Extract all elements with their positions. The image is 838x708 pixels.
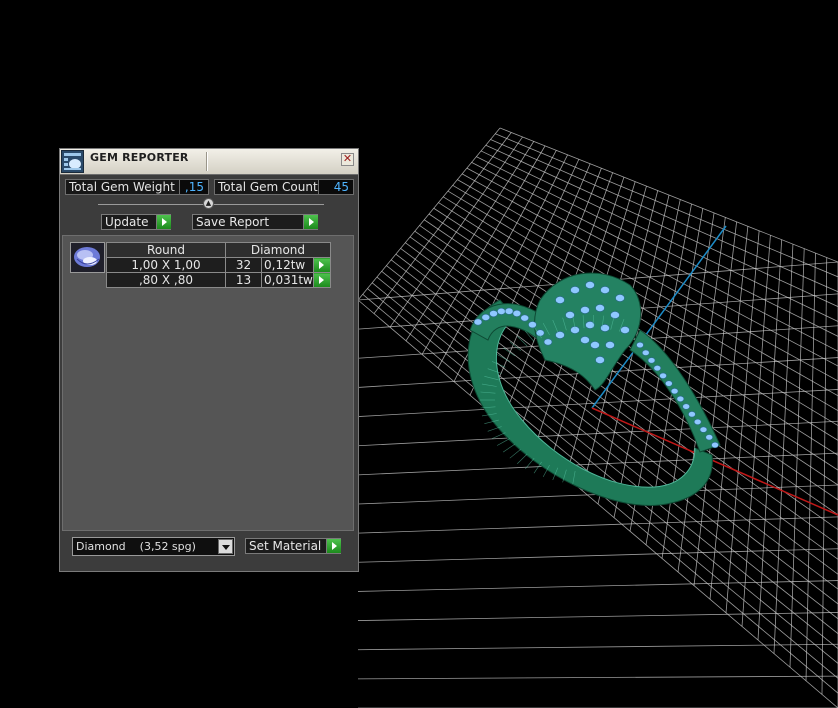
gem-stone — [555, 331, 565, 339]
total-gem-weight-value: ,15 — [179, 180, 208, 194]
gem-stone — [636, 341, 644, 349]
grid-line — [357, 548, 838, 563]
gem-stone — [580, 336, 590, 344]
table-header-row: Round Diamond — [106, 242, 331, 258]
total-gem-count-value: 45 — [318, 180, 353, 194]
gem-stone — [555, 296, 565, 304]
gem-count-cell: 13 — [225, 272, 262, 288]
grid-line — [357, 612, 838, 621]
gem-stone — [605, 341, 615, 349]
wireframe-edge — [502, 443, 516, 453]
grid-line — [805, 253, 816, 681]
gem-stone — [595, 356, 605, 364]
material-dropdown[interactable]: Diamond (3,52 spg) — [72, 537, 235, 556]
play-arrow-icon — [326, 539, 341, 553]
title-bar[interactable]: GEM REPORTER ✕ — [60, 149, 358, 175]
window-title: GEM REPORTER — [90, 151, 189, 164]
material-dropdown-value: Diamond (3,52 spg) — [76, 540, 196, 553]
wireframe-edge — [491, 432, 506, 439]
gem-stone — [473, 318, 483, 326]
grid-line — [821, 257, 828, 695]
gem-stone — [676, 395, 685, 402]
ground-grid — [357, 127, 838, 708]
grid-line — [725, 230, 760, 613]
gem-stone — [670, 388, 679, 395]
gem-stone — [528, 321, 537, 329]
gem-size-cell: ,80 X ,80 — [106, 272, 226, 288]
close-button[interactable]: ✕ — [341, 153, 354, 166]
play-arrow-icon — [303, 215, 318, 229]
grid-line — [357, 452, 838, 476]
gem-stone — [711, 441, 719, 449]
set-material-button-label: Set Material — [249, 539, 322, 553]
grid-line — [357, 580, 838, 592]
grid-line — [357, 675, 838, 680]
set-material-button[interactable]: Set Material — [245, 538, 341, 554]
gem-table: Round Diamond 1,00 X 1,00 32 0,12tw ,80 … — [106, 242, 331, 288]
save-report-button-label: Save Report — [196, 215, 270, 229]
gem-stone — [659, 372, 667, 379]
gem-stone — [504, 307, 514, 315]
title-divider — [206, 152, 208, 171]
gem-reporter-panel: GEM REPORTER ✕ Total Gem Weight ,15 Tota… — [59, 148, 359, 572]
grid-line — [741, 235, 771, 627]
update-button[interactable]: Update — [101, 214, 171, 230]
table-row[interactable]: 1,00 X 1,00 32 0,12tw — [106, 257, 331, 273]
gem-stone — [481, 313, 491, 321]
total-gem-count-label: Total Gem Count — [218, 180, 318, 194]
gem-stone — [580, 306, 590, 314]
gem-stone — [489, 310, 498, 318]
gem-count-cell: 32 — [225, 257, 262, 273]
gem-stone — [682, 403, 690, 410]
row-select-arrow-icon[interactable] — [312, 272, 331, 288]
gem-stone — [535, 329, 545, 337]
gem-stone — [595, 304, 605, 312]
gem-stone — [512, 309, 522, 317]
row-select-arrow-icon[interactable] — [312, 257, 331, 273]
gem-stone — [699, 426, 708, 433]
total-gem-count-field: Total Gem Count 45 — [214, 179, 354, 195]
wireframe-edge — [496, 438, 510, 446]
update-button-label: Update — [105, 215, 149, 229]
round-gem-icon[interactable] — [70, 242, 105, 273]
gem-stone — [705, 434, 714, 441]
total-gem-weight-field: Total Gem Weight ,15 — [65, 179, 209, 195]
wireframe-edge — [509, 449, 521, 459]
play-arrow-icon — [156, 215, 171, 229]
gem-size-cell: 1,00 X 1,00 — [106, 257, 226, 273]
grid-line — [357, 516, 838, 534]
splitter-collapse-icon[interactable]: ▲ — [203, 198, 214, 209]
gem-stone — [590, 341, 600, 349]
gem-stone — [665, 380, 673, 387]
column-header-material: Diamond — [225, 242, 331, 258]
grid-line — [357, 389, 838, 417]
gem-stone — [693, 418, 702, 426]
chevron-down-icon[interactable] — [218, 539, 233, 554]
gem-reporter-app-icon — [61, 150, 84, 173]
gem-stone — [653, 364, 662, 372]
gem-stone — [520, 314, 529, 322]
gem-stone — [497, 307, 506, 315]
wireframe-edge — [517, 453, 528, 464]
column-header-shape: Round — [106, 242, 226, 258]
gem-weight-cell: 0,031tw — [261, 272, 314, 288]
gem-stone — [543, 338, 553, 346]
gem-stone — [641, 349, 650, 356]
gem-stone — [610, 311, 620, 319]
total-gem-weight-label: Total Gem Weight — [69, 180, 175, 194]
grid-line — [357, 420, 838, 447]
table-row[interactable]: ,80 X ,80 13 0,031tw — [106, 272, 331, 288]
grid-line — [789, 248, 805, 668]
gem-stone — [570, 286, 580, 294]
gem-list-area[interactable]: Round Diamond 1,00 X 1,00 32 0,12tw ,80 … — [62, 235, 354, 531]
gem-stone — [688, 411, 696, 418]
gem-stone — [585, 281, 595, 289]
gem-stone — [620, 326, 630, 334]
gem-stone — [600, 286, 610, 294]
save-report-button[interactable]: Save Report — [192, 214, 318, 230]
gem-stone — [647, 357, 656, 364]
gem-stone — [615, 294, 625, 302]
gem-weight-cell: 0,12tw — [261, 257, 314, 273]
